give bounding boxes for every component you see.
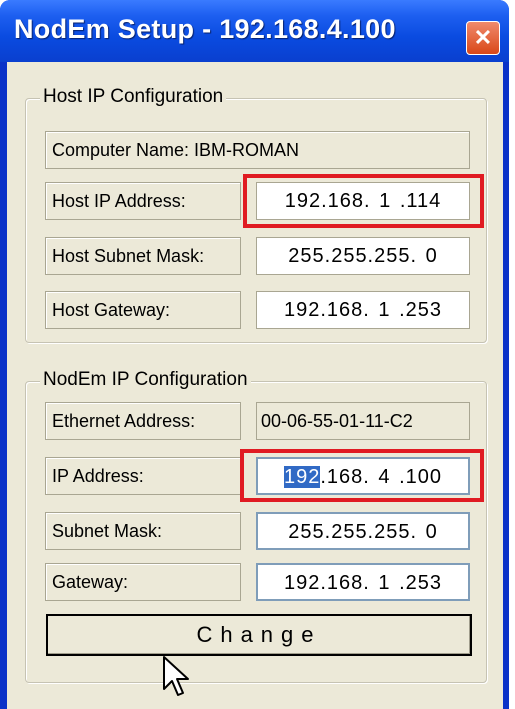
host-subnet-label: Host Subnet Mask: <box>45 237 241 275</box>
close-button[interactable]: ✕ <box>466 21 500 55</box>
ethernet-value: 00-06-55-01-11-C2 <box>256 402 470 440</box>
subnet-input[interactable]: 255.255.255. 0 <box>256 512 470 550</box>
host-gateway-label: Host Gateway: <box>45 291 241 329</box>
host-group-title: Host IP Configuration <box>40 86 227 108</box>
title-bar[interactable]: NodEm Setup - 192.168.4.100 ✕ <box>0 0 509 62</box>
subnet-label: Subnet Mask: <box>45 512 241 550</box>
highlight-box-host-ip <box>243 174 484 228</box>
host-gateway-value: 192.168. 1 .253 <box>256 291 470 329</box>
host-ip-label: Host IP Address: <box>45 182 241 220</box>
gateway-label: Gateway: <box>45 563 241 601</box>
window-title: NodEm Setup - 192.168.4.100 <box>14 14 396 44</box>
mouse-pointer-icon <box>163 656 189 696</box>
computer-name-label: Computer Name: IBM-ROMAN <box>45 131 470 169</box>
close-icon: ✕ <box>473 25 493 50</box>
dialog-window: NodEm Setup - 192.168.4.100 ✕ Host IP Co… <box>0 0 509 709</box>
gateway-input[interactable]: 192.168. 1 .253 <box>256 563 470 601</box>
nodem-group-title: NodEm IP Configuration <box>40 369 251 391</box>
change-button[interactable]: Change <box>46 614 472 656</box>
ip-label: IP Address: <box>45 457 241 495</box>
ethernet-label: Ethernet Address: <box>45 402 241 440</box>
host-subnet-value: 255.255.255. 0 <box>256 237 470 275</box>
highlight-box-nodem-ip <box>240 449 484 502</box>
